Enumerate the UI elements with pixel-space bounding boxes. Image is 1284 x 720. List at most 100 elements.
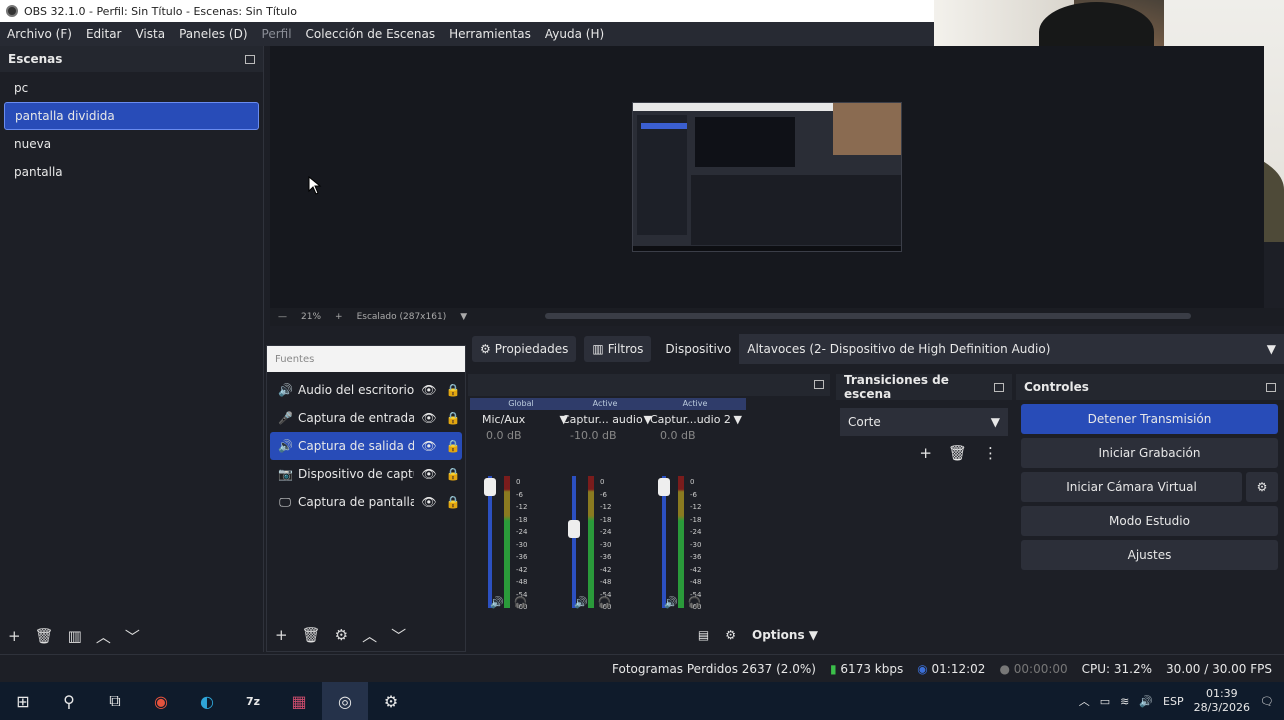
- eye-icon[interactable]: 👁: [420, 467, 438, 481]
- start-recording-button[interactable]: Iniciar Grabación: [1021, 438, 1278, 468]
- chevron-up-icon[interactable]: ︿: [1079, 693, 1090, 709]
- menu-ayuda[interactable]: Ayuda (H): [538, 27, 611, 41]
- language-indicator[interactable]: ESP: [1163, 695, 1184, 708]
- chevron-down-icon[interactable]: ▼: [460, 312, 467, 322]
- add-icon[interactable]: +: [8, 627, 21, 645]
- more-icon[interactable]: ⋮: [983, 444, 998, 462]
- eye-icon[interactable]: 👁: [420, 439, 438, 453]
- menu-archivo[interactable]: Archivo (F): [0, 27, 79, 41]
- source-item[interactable]: 🎤 Captura de entrada 👁 🔒: [270, 404, 462, 432]
- volume-icon[interactable]: 🔊: [1139, 695, 1153, 708]
- scene-item[interactable]: pantalla: [4, 158, 259, 186]
- lock-icon[interactable]: 🔒: [444, 467, 462, 481]
- menu-vista[interactable]: Vista: [128, 27, 172, 41]
- device-select[interactable]: Altavoces (2- Dispositivo de High Defini…: [739, 334, 1284, 364]
- device-value: Altavoces (2- Dispositivo de High Defini…: [747, 342, 1051, 356]
- eye-icon[interactable]: 👁: [420, 383, 438, 397]
- move-up-icon[interactable]: ︿: [96, 626, 111, 647]
- task-view-icon[interactable]: ⧉: [92, 682, 138, 720]
- channel-name-dropdown[interactable]: Captur... audio ▼: [554, 410, 656, 429]
- winrar-icon[interactable]: ▦: [276, 682, 322, 720]
- trash-icon[interactable]: 🗑: [302, 626, 321, 644]
- lock-icon[interactable]: 🔒: [444, 495, 462, 509]
- zoom-in-icon[interactable]: +: [335, 312, 343, 322]
- preview-scrollbar[interactable]: [545, 313, 1191, 319]
- menu-bar: Archivo (F) Editar Vista Paneles (D) Per…: [0, 22, 934, 46]
- gear-icon[interactable]: ⚙: [725, 628, 736, 642]
- source-toolbar: ⚙ Propiedades ▥ Filtros Dispositivo Alta…: [466, 330, 1284, 368]
- speaker-icon[interactable]: 🔊: [574, 596, 588, 609]
- obs-taskbar-icon[interactable]: ◎: [322, 682, 368, 720]
- windows-start-icon[interactable]: ⊞: [0, 682, 46, 720]
- stop-stream-button[interactable]: Detener Transmisión: [1021, 404, 1278, 434]
- menu-perfil[interactable]: Perfil: [255, 27, 299, 41]
- notification-icon[interactable]: 🗨: [1260, 695, 1274, 708]
- zoom-out-icon[interactable]: —: [278, 312, 287, 322]
- undock-icon[interactable]: [245, 54, 255, 64]
- headphones-icon[interactable]: 🎧: [514, 596, 528, 609]
- add-icon[interactable]: +: [919, 444, 932, 462]
- source-item[interactable]: 📷 Dispositivo de captu 👁 🔒: [270, 460, 462, 488]
- gear-icon[interactable]: ⚙: [335, 626, 348, 644]
- layout-icon[interactable]: ▤: [698, 628, 709, 642]
- channel-db: -10.0 dB: [570, 429, 617, 442]
- headphones-icon[interactable]: 🎧: [598, 596, 612, 609]
- menu-paneles[interactable]: Paneles (D): [172, 27, 254, 41]
- properties-label: Propiedades: [494, 342, 569, 356]
- menu-herramientas[interactable]: Herramientas: [442, 27, 538, 41]
- start-virtual-cam-button[interactable]: Iniciar Cámara Virtual: [1021, 472, 1242, 502]
- menu-coleccion-escenas[interactable]: Colección de Escenas: [299, 27, 443, 41]
- clock[interactable]: 01:39 28/3/2026: [1194, 687, 1250, 715]
- lock-icon[interactable]: 🔒: [444, 411, 462, 425]
- transition-select[interactable]: Corte ▼: [840, 408, 1008, 436]
- move-up-icon[interactable]: ︿: [362, 625, 377, 646]
- speaker-icon[interactable]: 🔊: [664, 596, 678, 609]
- undock-icon[interactable]: [1266, 382, 1276, 392]
- lock-icon[interactable]: 🔒: [444, 383, 462, 397]
- scene-item-selected[interactable]: pantalla dividida: [4, 102, 259, 130]
- filters-button[interactable]: ▥ Filtros: [584, 336, 652, 362]
- volume-slider-handle[interactable]: [484, 478, 496, 496]
- filter-icon[interactable]: ▥: [68, 627, 82, 645]
- cpu-usage: CPU: 31.2%: [1081, 661, 1153, 676]
- properties-button[interactable]: ⚙ Propiedades: [472, 336, 577, 362]
- trash-icon[interactable]: 🗑: [948, 444, 967, 462]
- menu-editar[interactable]: Editar: [79, 27, 129, 41]
- mixer-header: [468, 374, 830, 396]
- wifi-icon[interactable]: ≋: [1120, 695, 1129, 708]
- move-down-icon[interactable]: ﹀: [125, 626, 140, 647]
- add-icon[interactable]: +: [275, 626, 288, 644]
- channel-name-dropdown[interactable]: Captur...udio 2 ▼: [644, 410, 746, 429]
- volume-slider-handle[interactable]: [658, 478, 670, 496]
- mixer-channel: Active Captur... audio ▼ -10.0 dB 0 -6 -12-…: [554, 398, 656, 618]
- source-item[interactable]: 🖵 Captura de pantalla 👁 🔒: [270, 488, 462, 516]
- preview-canvas[interactable]: [270, 46, 1264, 308]
- source-item-selected[interactable]: 🔊 Captura de salida de 👁 🔒: [270, 432, 462, 460]
- trash-icon[interactable]: 🗑: [35, 627, 54, 645]
- options-button[interactable]: Options ▼: [752, 628, 818, 642]
- 7zip-icon[interactable]: 7z: [230, 682, 276, 720]
- chrome-icon[interactable]: ◉: [138, 682, 184, 720]
- settings-taskbar-icon[interactable]: ⚙: [368, 682, 414, 720]
- scene-item[interactable]: pc: [4, 74, 259, 102]
- studio-mode-button[interactable]: Modo Estudio: [1021, 506, 1278, 536]
- lock-icon[interactable]: 🔒: [444, 439, 462, 453]
- headphones-icon[interactable]: 🎧: [688, 596, 702, 609]
- move-down-icon[interactable]: ﹀: [391, 625, 406, 646]
- eye-icon[interactable]: 👁: [420, 411, 438, 425]
- volume-slider-handle[interactable]: [568, 520, 580, 538]
- microphone-icon: 🎤: [278, 411, 293, 425]
- virtual-cam-settings-button[interactable]: ⚙: [1246, 472, 1278, 502]
- eye-icon[interactable]: 👁: [420, 495, 438, 509]
- undock-icon[interactable]: [994, 382, 1004, 392]
- device-label: Dispositivo: [665, 342, 732, 356]
- battery-icon[interactable]: ▭: [1100, 695, 1110, 708]
- edge-icon[interactable]: ◐: [184, 682, 230, 720]
- settings-button[interactable]: Ajustes: [1021, 540, 1278, 570]
- undock-icon[interactable]: [814, 380, 824, 389]
- volume-slider-track[interactable]: [572, 476, 576, 608]
- speaker-icon[interactable]: 🔊: [490, 596, 504, 609]
- scene-item[interactable]: nueva: [4, 130, 259, 158]
- source-item[interactable]: 🔊 Audio del escritorio 👁 🔒: [270, 376, 462, 404]
- search-icon[interactable]: ⚲: [46, 682, 92, 720]
